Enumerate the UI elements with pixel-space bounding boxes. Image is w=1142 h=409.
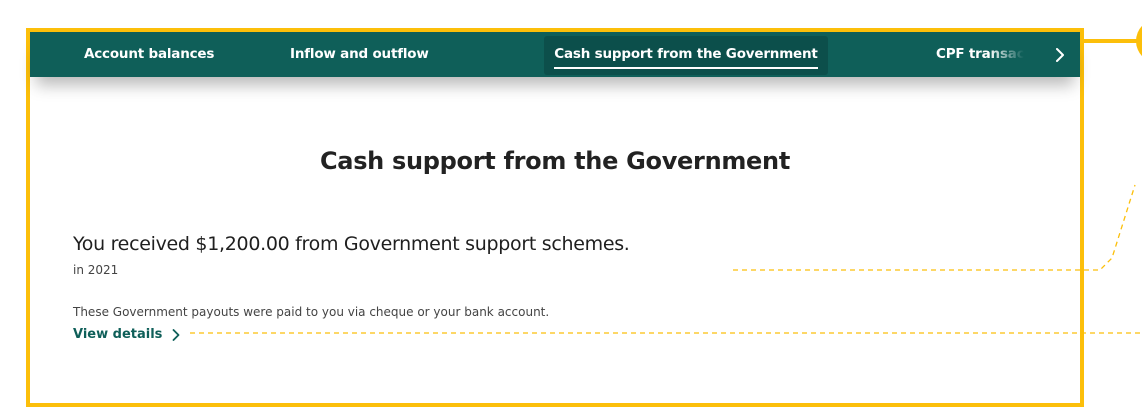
tabs-scroll-right-button[interactable]	[1040, 32, 1080, 77]
tab-bar: Account balances Inflow and outflow Cash…	[30, 32, 1080, 77]
tab-cash-support[interactable]: Cash support from the Government	[544, 36, 828, 75]
tab-inflow-and-outflow[interactable]: Inflow and outflow	[290, 32, 429, 77]
support-amount-headline: You received $1,200.00 from Government s…	[73, 233, 630, 255]
page-title: Cash support from the Government	[319, 147, 790, 175]
tab-label: Cash support from the Government	[554, 42, 818, 69]
callout-marker	[1136, 25, 1142, 57]
tab-label: Account balances	[84, 46, 215, 62]
main-content: Cash support from the Government You rec…	[30, 77, 1080, 403]
tab-label: Inflow and outflow	[290, 46, 429, 62]
view-details-link[interactable]: View details	[73, 327, 180, 342]
payout-description: These Government payouts were paid to yo…	[73, 305, 550, 319]
support-year: in 2021	[73, 263, 119, 277]
chevron-right-icon	[1056, 47, 1064, 62]
tab-account-balances[interactable]: Account balances	[84, 32, 214, 77]
annotation-frame: Account balances Inflow and outflow Cash…	[26, 28, 1084, 407]
view-details-label: View details	[73, 327, 163, 342]
chevron-right-icon	[172, 328, 180, 341]
tab-cpf-transactions[interactable]: CPF transactions	[936, 32, 1024, 77]
tab-label: CPF transactions	[936, 46, 1024, 62]
